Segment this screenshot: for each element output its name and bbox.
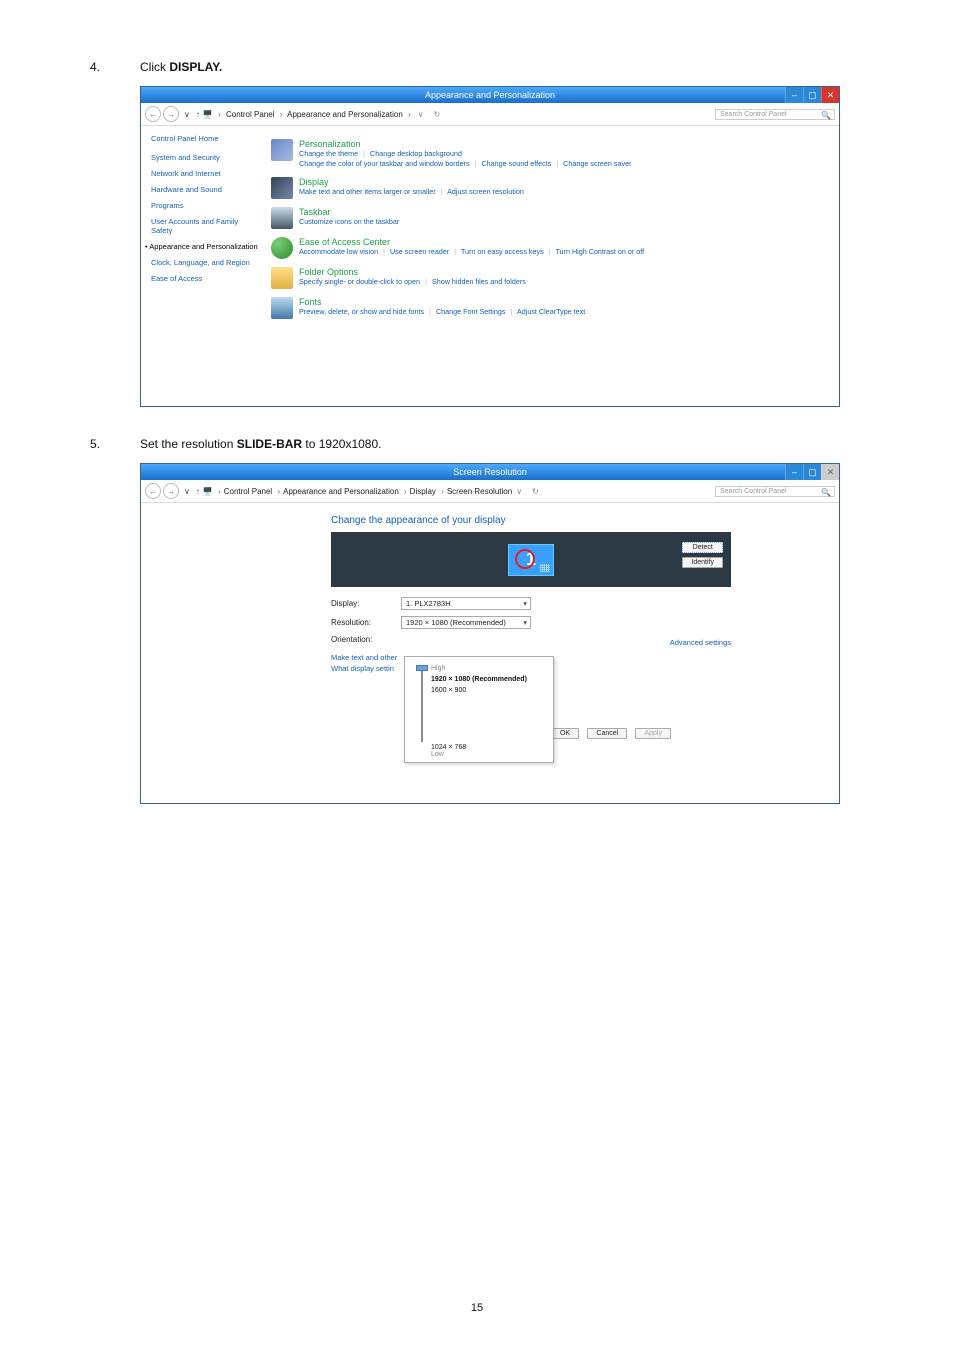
breadcrumb[interactable]: 🖥️ › Control Panel › Appearance and Pers… [203,110,414,119]
control-panel-home-link[interactable]: Control Panel Home [151,134,261,143]
apply-button[interactable]: Apply [635,728,671,739]
titlebar: Screen Resolution – ▢ ✕ [141,464,839,480]
category-folder-options: Folder Options Specify single- or double… [271,267,831,289]
nav-dropdown-icon[interactable]: ∨ [184,110,190,119]
nav-forward-button[interactable]: → [163,483,179,499]
sidebar-item-users[interactable]: User Accounts and Family Safety [151,217,261,235]
page-number: 15 [0,1302,954,1314]
category-title[interactable]: Display [299,177,526,187]
category-title[interactable]: Personalization [299,139,634,149]
window-appearance-personalization: Appearance and Personalization – ▢ ✕ ← →… [140,86,840,407]
breadcrumb[interactable]: 🖥️ ›Control Panel ›Appearance and Person… [203,487,512,496]
detect-button[interactable]: Detect [682,542,723,553]
ok-button[interactable]: OK [551,728,579,739]
monitor-grid-icon [540,564,550,572]
slider-track[interactable] [417,663,427,746]
nav-forward-button[interactable]: → [163,106,179,122]
maximize-button[interactable]: ▢ [803,87,821,103]
category-personalization: Personalization Change the theme| Change… [271,139,831,169]
slider-low-value: 1024 × 768 [431,744,547,751]
orientation-label: Orientation: [331,635,401,644]
category-list: Personalization Change the theme| Change… [271,126,839,406]
display-label: Display: [331,599,401,608]
category-title[interactable]: Ease of Access Center [299,237,646,247]
sidebar-item-system[interactable]: System and Security [151,153,261,162]
window-buttons: – ▢ ✕ [785,87,839,103]
search-icon: 🔍 [821,488,831,497]
breadcrumb-icon: 🖥️ [203,110,213,119]
step-4: 4. Click DISPLAY. [90,60,864,74]
sidebar-item-programs[interactable]: Programs [151,201,261,210]
category-ease-of-access: Ease of Access Center Accommodate low vi… [271,237,831,259]
resolution-label: Resolution: [331,618,401,627]
window-title: Appearance and Personalization [425,90,555,100]
sidebar-item-appearance[interactable]: • Appearance and Personalization [151,242,261,251]
identify-button[interactable]: Identify [682,557,723,568]
highlight-circle-icon [515,549,535,569]
window-screen-resolution: Screen Resolution – ▢ ✕ ← → ∨ ↑ 🖥️ ›Cont… [140,463,840,804]
sidebar-item-network[interactable]: Network and Internet [151,169,261,178]
refresh-button[interactable]: ↻ [532,487,539,496]
sidebar-item-hardware[interactable]: Hardware and Sound [151,185,261,194]
step-4-text: Click DISPLAY. [140,60,222,74]
display-dropdown[interactable]: 1. PLX2783H [401,597,531,610]
nav-toolbar: ← → ∨ ↑ 🖥️ ›Control Panel ›Appearance an… [141,480,839,503]
slider-high-label: High [431,665,547,672]
sidebar-item-clock[interactable]: Clock, Language, and Region [151,258,261,267]
minimize-button[interactable]: – [785,87,803,103]
category-display: Display Make text and other items larger… [271,177,831,199]
nav-history-dropdown[interactable]: ∨ [418,110,424,119]
slider-recommended: 1920 × 1080 (Recommended) [431,676,547,683]
window-buttons: – ▢ ✕ [785,464,839,480]
search-input[interactable]: Search Control Panel 🔍 [715,109,835,120]
ease-of-access-icon [271,237,293,259]
fonts-icon [271,297,293,319]
nav-history-dropdown[interactable]: ∨ [516,487,522,496]
category-taskbar: Taskbar Customize icons on the taskbar [271,207,831,229]
slider-thumb[interactable] [416,665,428,671]
resolution-dropdown[interactable]: 1920 × 1080 (Recommended) [401,616,531,629]
left-nav: Control Panel Home System and Security N… [141,126,271,406]
folder-options-icon [271,267,293,289]
search-icon: 🔍 [821,111,831,120]
monitor-1[interactable]: 1 [508,544,554,576]
step-4-number: 4. [90,60,140,74]
cancel-button[interactable]: Cancel [587,728,627,739]
nav-toolbar: ← → ∨ ↑ 🖥️ › Control Panel › Appearance … [141,103,839,126]
close-button[interactable]: ✕ [821,87,839,103]
resolution-slider-popup[interactable]: High 1920 × 1080 (Recommended) 1600 × 90… [404,656,554,763]
category-fonts: Fonts Preview, delete, or show and hide … [271,297,831,319]
sidebar-item-ease[interactable]: Ease of Access [151,274,261,283]
personalization-icon [271,139,293,161]
taskbar-icon [271,207,293,229]
close-button[interactable]: ✕ [821,464,839,480]
titlebar: Appearance and Personalization – ▢ ✕ [141,87,839,103]
step-5-text: Set the resolution SLIDE-BAR to 1920x108… [140,437,381,451]
monitor-preview-area[interactable]: 1 Detect Identify [331,532,731,587]
category-title[interactable]: Fonts [299,297,587,307]
nav-dropdown-icon[interactable]: ∨ [184,487,190,496]
page-heading: Change the appearance of your display [331,515,731,526]
window-title: Screen Resolution [453,467,527,477]
breadcrumb-icon: 🖥️ [203,487,213,496]
step-5: 5. Set the resolution SLIDE-BAR to 1920x… [90,437,864,451]
nav-back-button[interactable]: ← [145,483,161,499]
search-input[interactable]: Search Control Panel 🔍 [715,486,835,497]
maximize-button[interactable]: ▢ [803,464,821,480]
slider-low-label: Low [431,751,547,758]
minimize-button[interactable]: – [785,464,803,480]
nav-back-button[interactable]: ← [145,106,161,122]
slider-mid-value: 1600 × 900 [431,687,547,694]
display-icon [271,177,293,199]
step-5-number: 5. [90,437,140,451]
nav-up-button[interactable]: ↑ [196,110,200,119]
category-title[interactable]: Taskbar [299,207,401,217]
refresh-button[interactable]: ↻ [434,110,441,119]
category-title[interactable]: Folder Options [299,267,528,277]
nav-up-button[interactable]: ↑ [196,487,200,496]
